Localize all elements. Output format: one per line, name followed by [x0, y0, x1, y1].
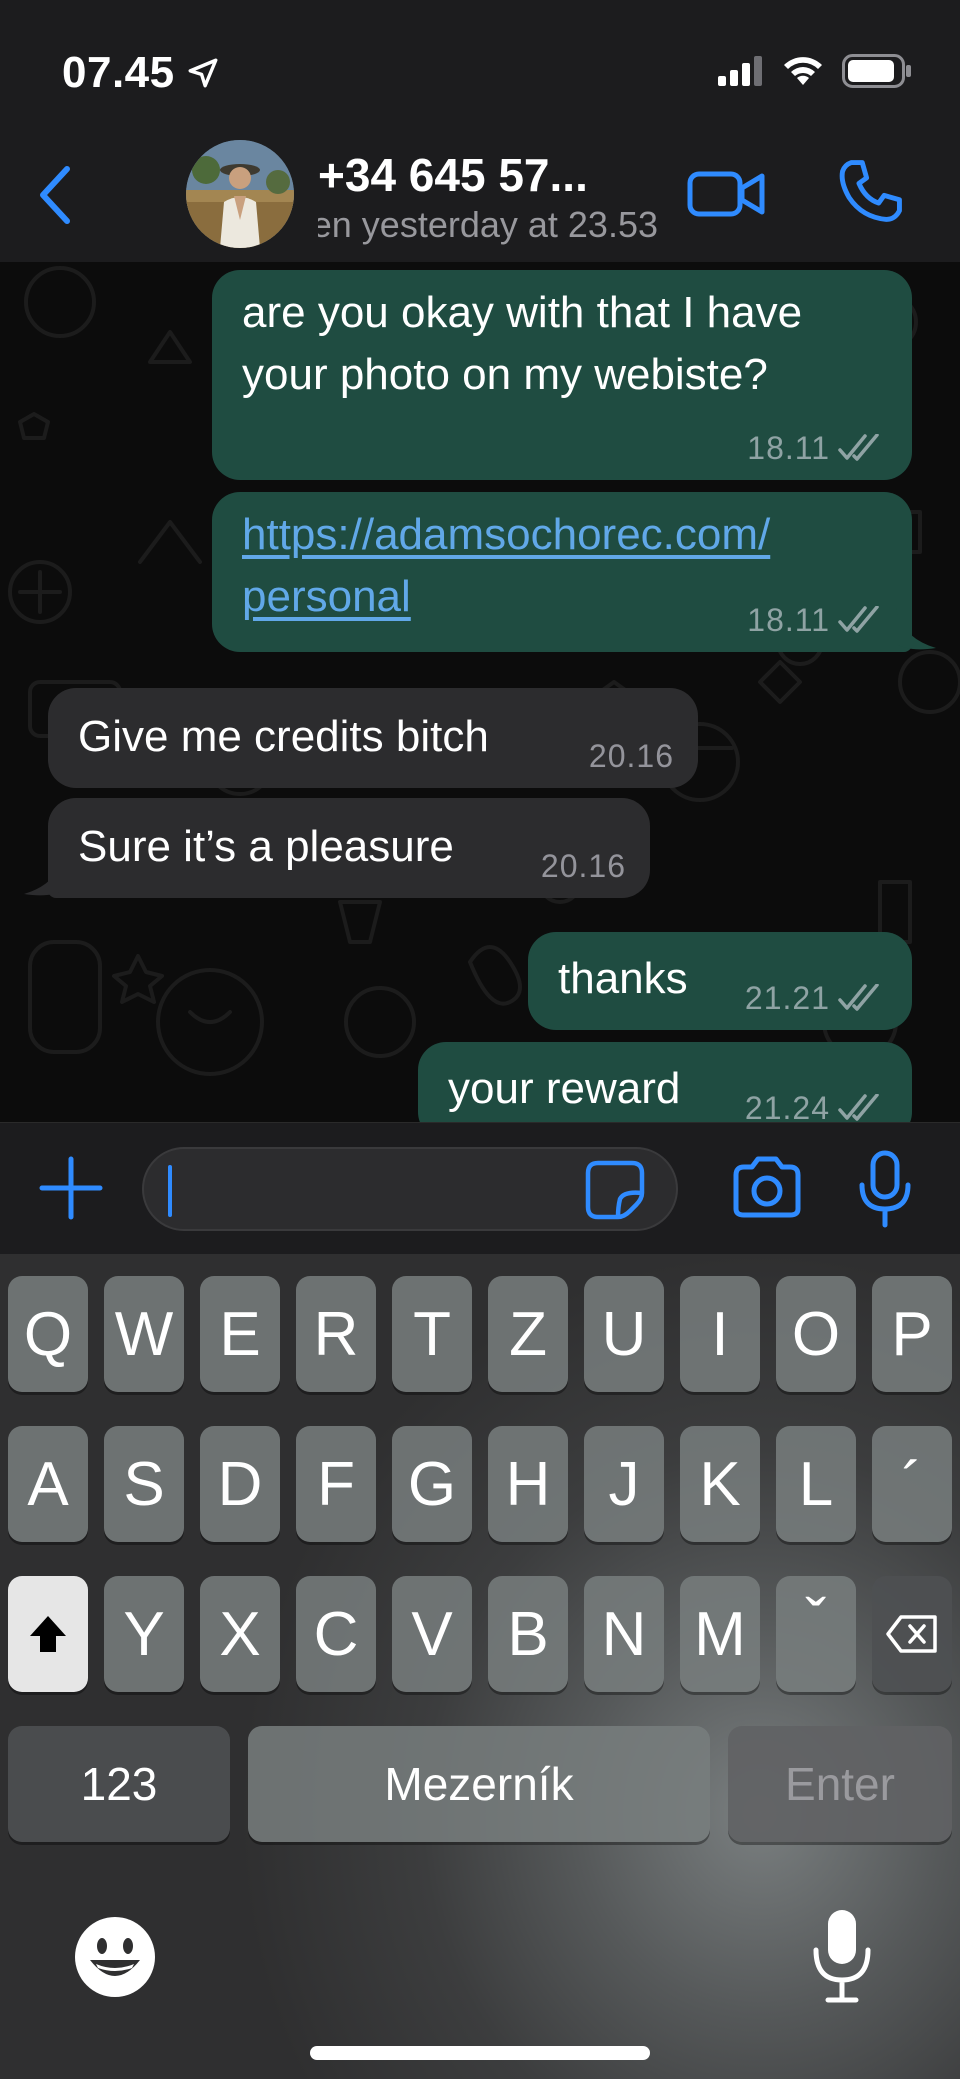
bubble-tail [24, 854, 64, 896]
microphone-icon[interactable] [856, 1149, 914, 1229]
message-time: 20.16 [540, 848, 626, 884]
space-key[interactable]: Mezerník [248, 1726, 710, 1842]
message-bubble-outgoing[interactable]: your reward 21.24 [418, 1042, 912, 1122]
status-bar: 07.45 [0, 0, 960, 140]
phone-icon[interactable] [836, 156, 906, 226]
plus-icon[interactable] [36, 1153, 106, 1223]
message-meta: 20.16 [541, 850, 626, 882]
message-text-line: are you okay with that I have [242, 288, 803, 337]
dictation-mic-icon[interactable] [810, 1906, 874, 2006]
text-cursor [168, 1165, 172, 1217]
message-bubble-incoming[interactable]: Give me credits bitch 20.16 [48, 688, 698, 788]
message-meta: 18.11 [747, 604, 882, 636]
key-e[interactable]: E [200, 1276, 280, 1392]
message-meta: 21.24 [745, 1092, 882, 1122]
numbers-key[interactable]: 123 [8, 1726, 230, 1842]
message-time: 18.11 [747, 602, 830, 638]
key-h[interactable]: H [488, 1426, 568, 1542]
chevron-left-icon [40, 166, 70, 224]
message-input-bar [0, 1122, 960, 1255]
status-time: 07.45 [62, 48, 175, 97]
message-time: 21.21 [744, 980, 830, 1016]
chat-header: +34 645 57... last seen yesterday at 23.… [0, 140, 960, 263]
on-screen-keyboard: Q W E R T Z U I O P A S D F G H J K L ´ … [0, 1254, 960, 2079]
key-v[interactable]: V [392, 1576, 472, 1692]
key-q[interactable]: Q [8, 1276, 88, 1392]
back-button[interactable] [20, 160, 90, 230]
key-b[interactable]: B [488, 1576, 568, 1692]
message-time: 18.11 [747, 430, 830, 466]
message-text: Give me credits bitch [78, 712, 489, 761]
message-bubble-incoming[interactable]: Sure it’s a pleasure 20.16 [48, 798, 650, 898]
read-receipt-icon [838, 984, 879, 1011]
key-x[interactable]: X [200, 1576, 280, 1692]
key-s[interactable]: S [104, 1426, 184, 1542]
battery-icon [842, 54, 911, 88]
key-y[interactable]: Y [104, 1576, 184, 1692]
key-o[interactable]: O [776, 1276, 856, 1392]
message-text-line: your photo on my webiste? [242, 350, 768, 399]
message-meta: 20.16 [589, 740, 674, 772]
message-time: 20.16 [588, 738, 674, 774]
key-k[interactable]: K [680, 1426, 760, 1542]
status-indicators [718, 54, 912, 88]
enter-key[interactable]: Enter [728, 1726, 952, 1842]
key-i[interactable]: I [680, 1276, 760, 1392]
home-indicator[interactable] [310, 2046, 650, 2060]
message-bubble-outgoing[interactable]: https://adamsochorec.com/ personal 18.11 [212, 492, 912, 652]
key-a[interactable]: A [8, 1426, 88, 1542]
message-link[interactable]: https://adamsochorec.com/ [242, 504, 882, 566]
key-r[interactable]: R [296, 1276, 376, 1392]
key-acute-accent[interactable]: ´ [872, 1426, 952, 1542]
message-meta: 18.11 [747, 432, 882, 464]
read-receipt-icon [838, 434, 879, 461]
avatar-photo [186, 140, 294, 248]
wifi-icon [784, 57, 822, 85]
backspace-icon [886, 1615, 937, 1653]
sticker-icon[interactable] [584, 1159, 646, 1221]
message-time: 21.24 [744, 1090, 830, 1122]
message-list[interactable]: are you okay with that I have your photo… [0, 262, 960, 1122]
message-meta: 21.21 [745, 982, 882, 1014]
key-n[interactable]: N [584, 1576, 664, 1692]
read-receipt-icon [838, 1094, 879, 1121]
key-w[interactable]: W [104, 1276, 184, 1392]
video-camera-icon[interactable] [686, 164, 766, 224]
key-caron[interactable]: ˇ [776, 1576, 856, 1692]
key-p[interactable]: P [872, 1276, 952, 1392]
emoji-icon[interactable] [72, 1914, 158, 2000]
contact-avatar[interactable] [186, 140, 294, 248]
key-g[interactable]: G [392, 1426, 472, 1542]
last-seen-status: last seen yesterday at 23.53 [318, 204, 658, 246]
key-l[interactable]: L [776, 1426, 856, 1542]
last-seen-text: last seen yesterday at 23.53 [318, 204, 658, 245]
cellular-signal-icon [718, 56, 762, 86]
location-arrow-icon [188, 58, 218, 88]
message-bubble-outgoing[interactable]: are you okay with that I have your photo… [212, 270, 912, 480]
key-t[interactable]: T [392, 1276, 472, 1392]
message-link[interactable]: personal [242, 566, 411, 628]
shift-arrow-icon [30, 1616, 66, 1652]
bubble-tail [896, 608, 936, 650]
message-bubble-outgoing[interactable]: thanks 21.21 [528, 932, 912, 1030]
key-f[interactable]: F [296, 1426, 376, 1542]
key-c[interactable]: C [296, 1576, 376, 1692]
key-u[interactable]: U [584, 1276, 664, 1392]
key-j[interactable]: J [584, 1426, 664, 1542]
contact-name[interactable]: +34 645 57... [318, 148, 648, 202]
read-receipt-icon [838, 606, 879, 633]
key-z[interactable]: Z [488, 1276, 568, 1392]
camera-icon[interactable] [730, 1153, 804, 1223]
key-m[interactable]: M [680, 1576, 760, 1692]
backspace-key[interactable] [872, 1576, 952, 1692]
shift-key[interactable] [8, 1576, 88, 1692]
key-d[interactable]: D [200, 1426, 280, 1542]
